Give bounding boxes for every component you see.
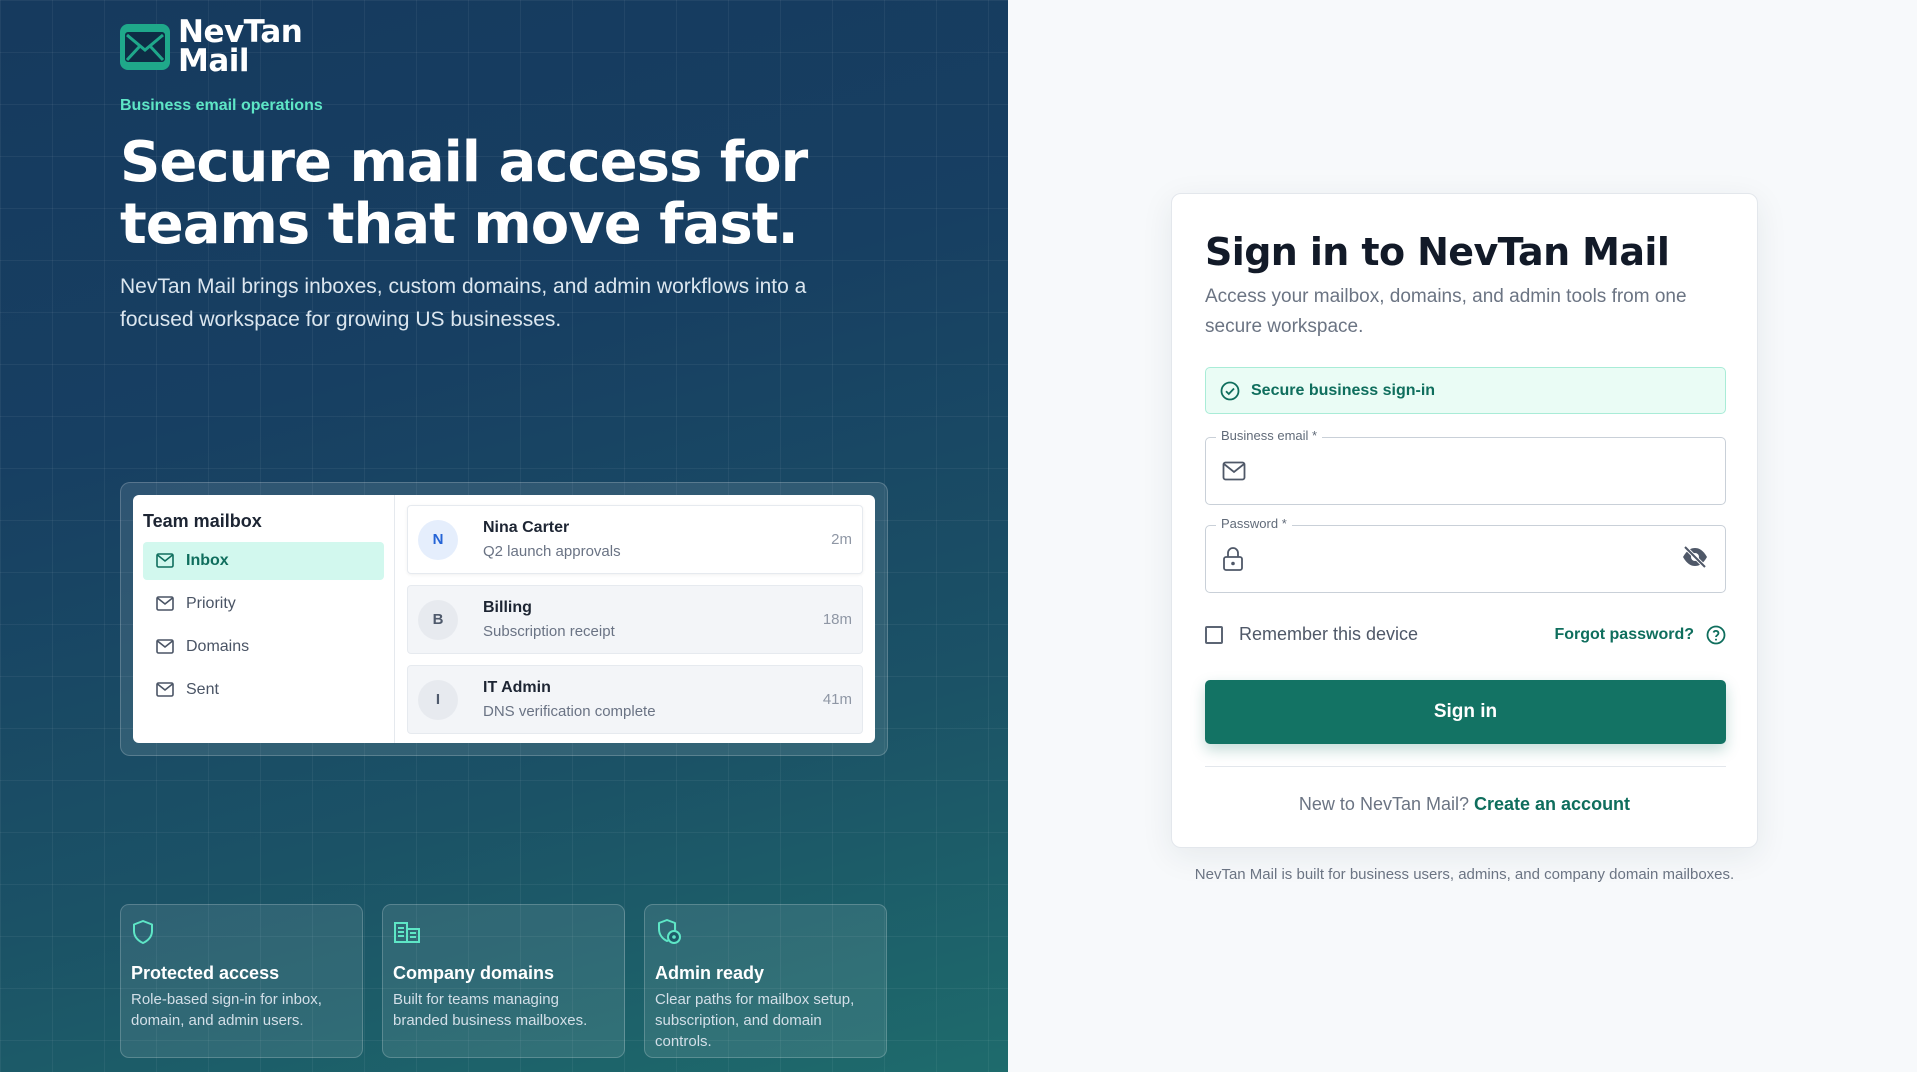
message-sender: IT Admin (483, 679, 551, 696)
footnote: NevTan Mail is built for business users,… (1194, 866, 1735, 883)
brand-name: NevTan Mail (178, 17, 303, 79)
message-row[interactable]: B Billing Subscription receipt 18m (407, 585, 863, 654)
mailbox-preview: Team mailbox Inbox Priority Domains Sent (120, 482, 888, 756)
password-label: Password * (1216, 516, 1292, 531)
sign-in-button[interactable]: Sign in (1205, 680, 1726, 744)
message-sender: Nina Carter (483, 519, 570, 536)
eye-off-icon (1683, 545, 1707, 568)
message-sender: Billing (483, 599, 532, 616)
feature-card-protected: Protected access Role-based sign-in for … (120, 904, 363, 1058)
feature-cards: Protected access Role-based sign-in for … (120, 904, 887, 1058)
create-account-link[interactable]: Create an account (1474, 794, 1630, 814)
sign-in-card: Sign in to NevTan Mail Access your mailb… (1171, 193, 1758, 848)
folder-priority[interactable]: Priority (143, 585, 384, 623)
building-icon (393, 917, 614, 947)
message-body: IT Admin DNS verification complete (483, 679, 823, 720)
divider (1205, 766, 1726, 767)
email-field[interactable]: Business email * (1205, 428, 1726, 505)
help-circle-icon[interactable] (1706, 625, 1726, 645)
message-body: Billing Subscription receipt (483, 599, 823, 640)
marketing-panel: NevTan Mail Business email operations Se… (0, 0, 1008, 1072)
feature-desc: Role-based sign-in for inbox, domain, an… (131, 991, 322, 1029)
message-time: 41m (822, 691, 852, 708)
brand-name-line2: Mail (178, 43, 250, 79)
sign-up-prompt-text: New to NevTan Mail? (1298, 794, 1474, 814)
mail-folder-icon (156, 682, 174, 697)
avatar: B (418, 599, 458, 640)
mail-folder-icon (156, 596, 174, 611)
preview-sidebar: Team mailbox Inbox Priority Domains Sent (133, 495, 395, 743)
message-body: Nina Carter Q2 launch approvals (483, 519, 831, 560)
remember-checkbox[interactable] (1205, 625, 1223, 644)
message-subject: Subscription receipt (483, 623, 615, 640)
admin-shield-icon (655, 917, 876, 947)
message-subject: Q2 launch approvals (483, 543, 621, 560)
forgot-password-link[interactable]: Forgot password? (1554, 625, 1726, 645)
preview-title: Team mailbox (143, 511, 262, 531)
envelope-icon (120, 24, 170, 70)
feature-title: Company domains (393, 963, 555, 983)
forgot-password-label: Forgot password? (1554, 625, 1694, 643)
toggle-password-visibility[interactable] (1681, 545, 1709, 574)
feature-title: Protected access (131, 963, 280, 983)
feature-title: Admin ready (655, 963, 765, 983)
lock-icon (1223, 547, 1243, 571)
password-input[interactable] (1260, 548, 1681, 570)
password-field[interactable]: Password * (1205, 516, 1726, 593)
remember-label: Remember this device (1239, 624, 1419, 644)
sign-in-title: Sign in to NevTan Mail (1205, 230, 1670, 274)
folder-inbox[interactable]: Inbox (143, 542, 384, 580)
message-row[interactable]: I IT Admin DNS verification complete 41m (407, 665, 863, 734)
secure-sign-in-badge: Secure business sign-in (1205, 367, 1726, 414)
folder-domains[interactable]: Domains (143, 628, 384, 666)
avatar: N (418, 519, 458, 560)
email-label: Business email * (1216, 428, 1323, 443)
hero-subtitle: NevTan Mail brings inboxes, custom domai… (120, 275, 807, 331)
message-row[interactable]: N Nina Carter Q2 launch approvals 2m (407, 505, 863, 574)
avatar: I (418, 679, 458, 720)
feature-desc: Clear paths for mailbox setup, subscript… (655, 991, 855, 1050)
feature-card-domains: Company domains Built for teams managing… (382, 904, 625, 1058)
feature-card-admin: Admin ready Clear paths for mailbox setu… (644, 904, 887, 1058)
message-time: 18m (822, 611, 852, 628)
mailbox-preview-window: Team mailbox Inbox Priority Domains Sent (133, 495, 875, 743)
mail-folder-icon (156, 553, 174, 568)
brand-logo-lockup[interactable]: NevTan Mail (120, 17, 303, 79)
mail-folder-icon (156, 639, 174, 654)
sign-up-prompt: New to NevTan Mail? Create an account (1172, 794, 1757, 815)
folder-label: Domains (186, 638, 250, 655)
folder-label: Inbox (186, 552, 229, 569)
message-time: 2m (831, 531, 852, 548)
folder-label: Priority (186, 595, 236, 612)
remember-device[interactable]: Remember this device (1205, 624, 1418, 645)
hero-eyebrow: Business email operations (120, 97, 323, 114)
check-circle-icon (1220, 381, 1240, 400)
email-input[interactable] (1262, 460, 1709, 482)
hero-title: Secure mail access for teams that move f… (120, 130, 808, 257)
folder-label: Sent (186, 681, 219, 698)
shield-icon (131, 917, 352, 947)
mail-icon (1222, 461, 1246, 481)
feature-desc: Built for teams managing branded busines… (393, 991, 588, 1029)
folder-sent[interactable]: Sent (143, 671, 384, 709)
preview-message-list: N Nina Carter Q2 launch approvals 2m B B… (395, 495, 875, 743)
sign-in-subtitle: Access your mailbox, domains, and admin … (1205, 286, 1687, 337)
message-subject: DNS verification complete (483, 703, 656, 720)
sign-in-options: Remember this device Forgot password? (1205, 624, 1726, 645)
secure-badge-label: Secure business sign-in (1251, 381, 1436, 399)
